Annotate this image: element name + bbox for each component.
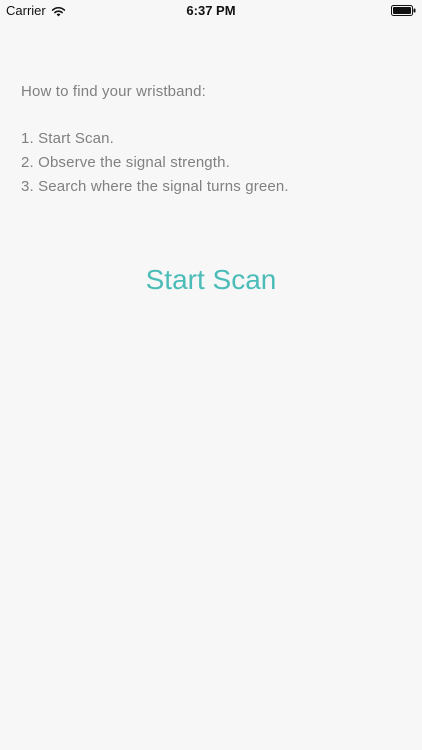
start-scan-button[interactable]: Start Scan <box>0 258 422 302</box>
battery-icon <box>391 5 416 16</box>
instruction-step-1: 1. Start Scan. <box>21 130 114 147</box>
instructions-panel: How to find your wristband: 1. Start Sca… <box>21 81 411 199</box>
instruction-step-3: 3. Search where the signal turns green. <box>21 178 289 195</box>
instructions-title: How to find your wristband: <box>21 83 206 100</box>
status-bar: Carrier 6:37 PM <box>0 0 422 22</box>
instruction-step-2: 2. Observe the signal strength. <box>21 154 230 171</box>
status-time: 6:37 PM <box>186 3 236 18</box>
